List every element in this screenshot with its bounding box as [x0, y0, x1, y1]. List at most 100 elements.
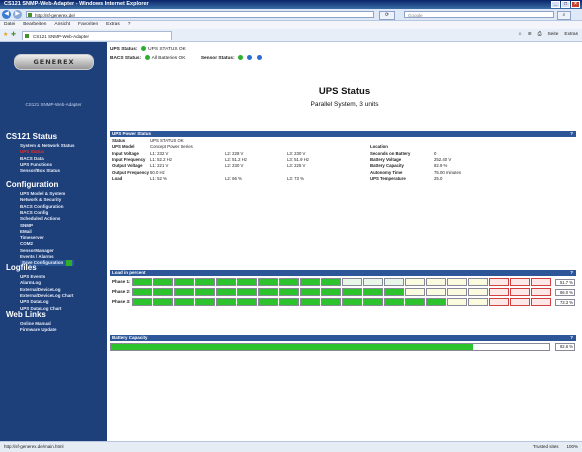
load-segment	[510, 278, 530, 286]
load-segment	[258, 288, 278, 296]
sidebar-item[interactable]: UPS DataLog	[20, 299, 49, 304]
load-segment	[384, 288, 404, 296]
sidebar-item[interactable]: Online Manual	[20, 321, 51, 326]
load-segment	[300, 278, 320, 286]
window-title: CS121 SNMP-Web-Adapter - Windows Interne…	[4, 1, 149, 7]
sidebar-item[interactable]: ExternalDeviceLog Chart	[20, 293, 74, 298]
sidebar-item[interactable]: SNMP	[20, 223, 33, 228]
page-subtitle: Parallel System, 3 units	[310, 101, 379, 108]
tab-bar: ★ ✚ CS121 SNMP-Web-Adapter ⌂ ≋ ⎙ Seite E…	[0, 29, 582, 42]
sidebar-item[interactable]: System & Network Status	[20, 143, 75, 148]
sidebar-item[interactable]: UPS Events	[20, 274, 45, 279]
feeds-icon[interactable]: ≋	[528, 31, 532, 39]
sidebar-item[interactable]: EMail	[20, 229, 32, 234]
menu-item-5[interactable]: ?	[128, 21, 131, 29]
load-segment	[405, 298, 425, 306]
sensor-2-icon	[247, 55, 253, 61]
sidebar-item[interactable]: COM2	[20, 241, 33, 246]
sidebar-item[interactable]: AlarmLog	[20, 280, 41, 285]
print-icon[interactable]: ⎙	[538, 31, 542, 39]
help-icon[interactable]: ?	[570, 131, 573, 137]
logo-area: GENEREX	[0, 42, 107, 80]
sidebar-item[interactable]: Firmware Update	[20, 327, 57, 332]
generex-logo[interactable]: GENEREX	[14, 54, 94, 70]
refresh-icon[interactable]: ⟳	[379, 11, 395, 20]
phase-label: Phase 1:	[112, 279, 131, 284]
sidebar-item[interactable]: BACS Config	[20, 210, 48, 215]
sidebar-item[interactable]: Sensor/Box Status	[20, 168, 60, 173]
sidebar-item[interactable]: BACS Data	[20, 156, 44, 161]
sidebar-item[interactable]: SensorManager	[20, 248, 54, 253]
load-segment	[174, 278, 194, 286]
sensor-status-label: Sensor Status:	[200, 56, 235, 61]
sidebar-item[interactable]: UPS Functions	[20, 162, 52, 167]
forward-button[interactable]: ▶	[13, 10, 22, 19]
load-segment	[468, 298, 488, 306]
menu-item-0[interactable]: Datei	[4, 21, 15, 29]
load-segment	[132, 278, 152, 286]
minimize-button[interactable]: _	[551, 1, 560, 8]
favorites-star-icon[interactable]: ★	[3, 31, 8, 38]
load-segment	[531, 278, 551, 286]
menu-item-4[interactable]: Extras	[106, 21, 120, 29]
battery-capacity-percent: 82.6 %	[555, 343, 575, 351]
load-segment	[321, 278, 341, 286]
power-l1: L1: 52 %	[150, 175, 167, 181]
sidebar-item[interactable]: Events / Alarms	[20, 254, 54, 259]
sidebar-item[interactable]: Network & Security	[20, 197, 61, 202]
add-favorites-icon[interactable]: ✚	[11, 31, 16, 38]
page-title: UPS Status	[318, 86, 371, 97]
power-rlabel: UPS Temperature	[370, 175, 406, 181]
search-input[interactable]: Google	[404, 11, 554, 18]
help-icon[interactable]: ?	[570, 335, 573, 341]
sidebar-item[interactable]: Timeserver	[20, 235, 44, 240]
menu-item-2[interactable]: Ansicht	[54, 21, 70, 29]
sidebar-item[interactable]: UPS Model & System	[20, 191, 65, 196]
ups-status-label: UPS Status:	[110, 47, 138, 52]
load-segment	[153, 298, 173, 306]
load-segment	[321, 288, 341, 296]
phase-label: Phase 2:	[112, 289, 131, 294]
help-icon[interactable]: ?	[570, 270, 573, 276]
sidebar-item[interactable]: ExternalDeviceLog	[20, 287, 61, 292]
power-l2: L2: 230 V	[225, 163, 244, 169]
command-bar: ⌂ ≋ ⎙ Seite Extras	[519, 31, 578, 39]
load-segment	[216, 298, 236, 306]
sidebar-item[interactable]: UPS Status	[20, 149, 44, 154]
tools-menu[interactable]: Extras	[564, 31, 578, 39]
page-menu[interactable]: Seite	[547, 31, 558, 39]
sidebar-section-2: Logfiles	[6, 263, 37, 272]
load-segment	[153, 288, 173, 296]
load-segment	[195, 278, 215, 286]
menu-item-1[interactable]: Bearbeiten	[23, 21, 46, 29]
power-l2: L2: 66 %	[225, 175, 242, 181]
sidebar-section-1: Configuration	[6, 180, 59, 189]
load-segment	[300, 288, 320, 296]
load-segment	[426, 288, 446, 296]
sidebar-item[interactable]: BACS Configuration	[20, 204, 64, 209]
load-segment	[174, 298, 194, 306]
load-segment	[489, 298, 509, 306]
browser-tab[interactable]: CS121 SNMP-Web-Adapter	[22, 31, 172, 40]
search-icon[interactable]: ⌕	[557, 11, 571, 20]
menu-item-3[interactable]: Favoriten	[78, 21, 98, 29]
sidebar-item[interactable]: Scheduled Actions	[20, 216, 60, 221]
power-rvalue: 25.0	[434, 175, 443, 181]
load-segment	[342, 278, 362, 286]
maximize-button[interactable]: □	[561, 1, 570, 8]
power-label: Load	[112, 175, 123, 181]
load-row-phase-3: Phase 3: 73.3 %	[110, 298, 582, 307]
status-summary: UPS Status: UPS STATUS OK BACS Status: A…	[110, 45, 263, 63]
load-segment	[195, 288, 215, 296]
battery-capacity-bar	[110, 343, 550, 351]
load-segment	[405, 288, 425, 296]
back-button[interactable]: ◀	[2, 10, 11, 19]
home-icon[interactable]: ⌂	[519, 31, 522, 39]
load-segment	[510, 288, 530, 296]
load-segment	[531, 288, 551, 296]
url-input[interactable]: http://sf-generex.de/	[26, 11, 374, 18]
load-segment	[279, 288, 299, 296]
load-segment	[384, 298, 404, 306]
close-button[interactable]: ×	[571, 1, 580, 8]
sidebar-version: CS121 SNMP-Web-Adapter	[25, 102, 82, 107]
